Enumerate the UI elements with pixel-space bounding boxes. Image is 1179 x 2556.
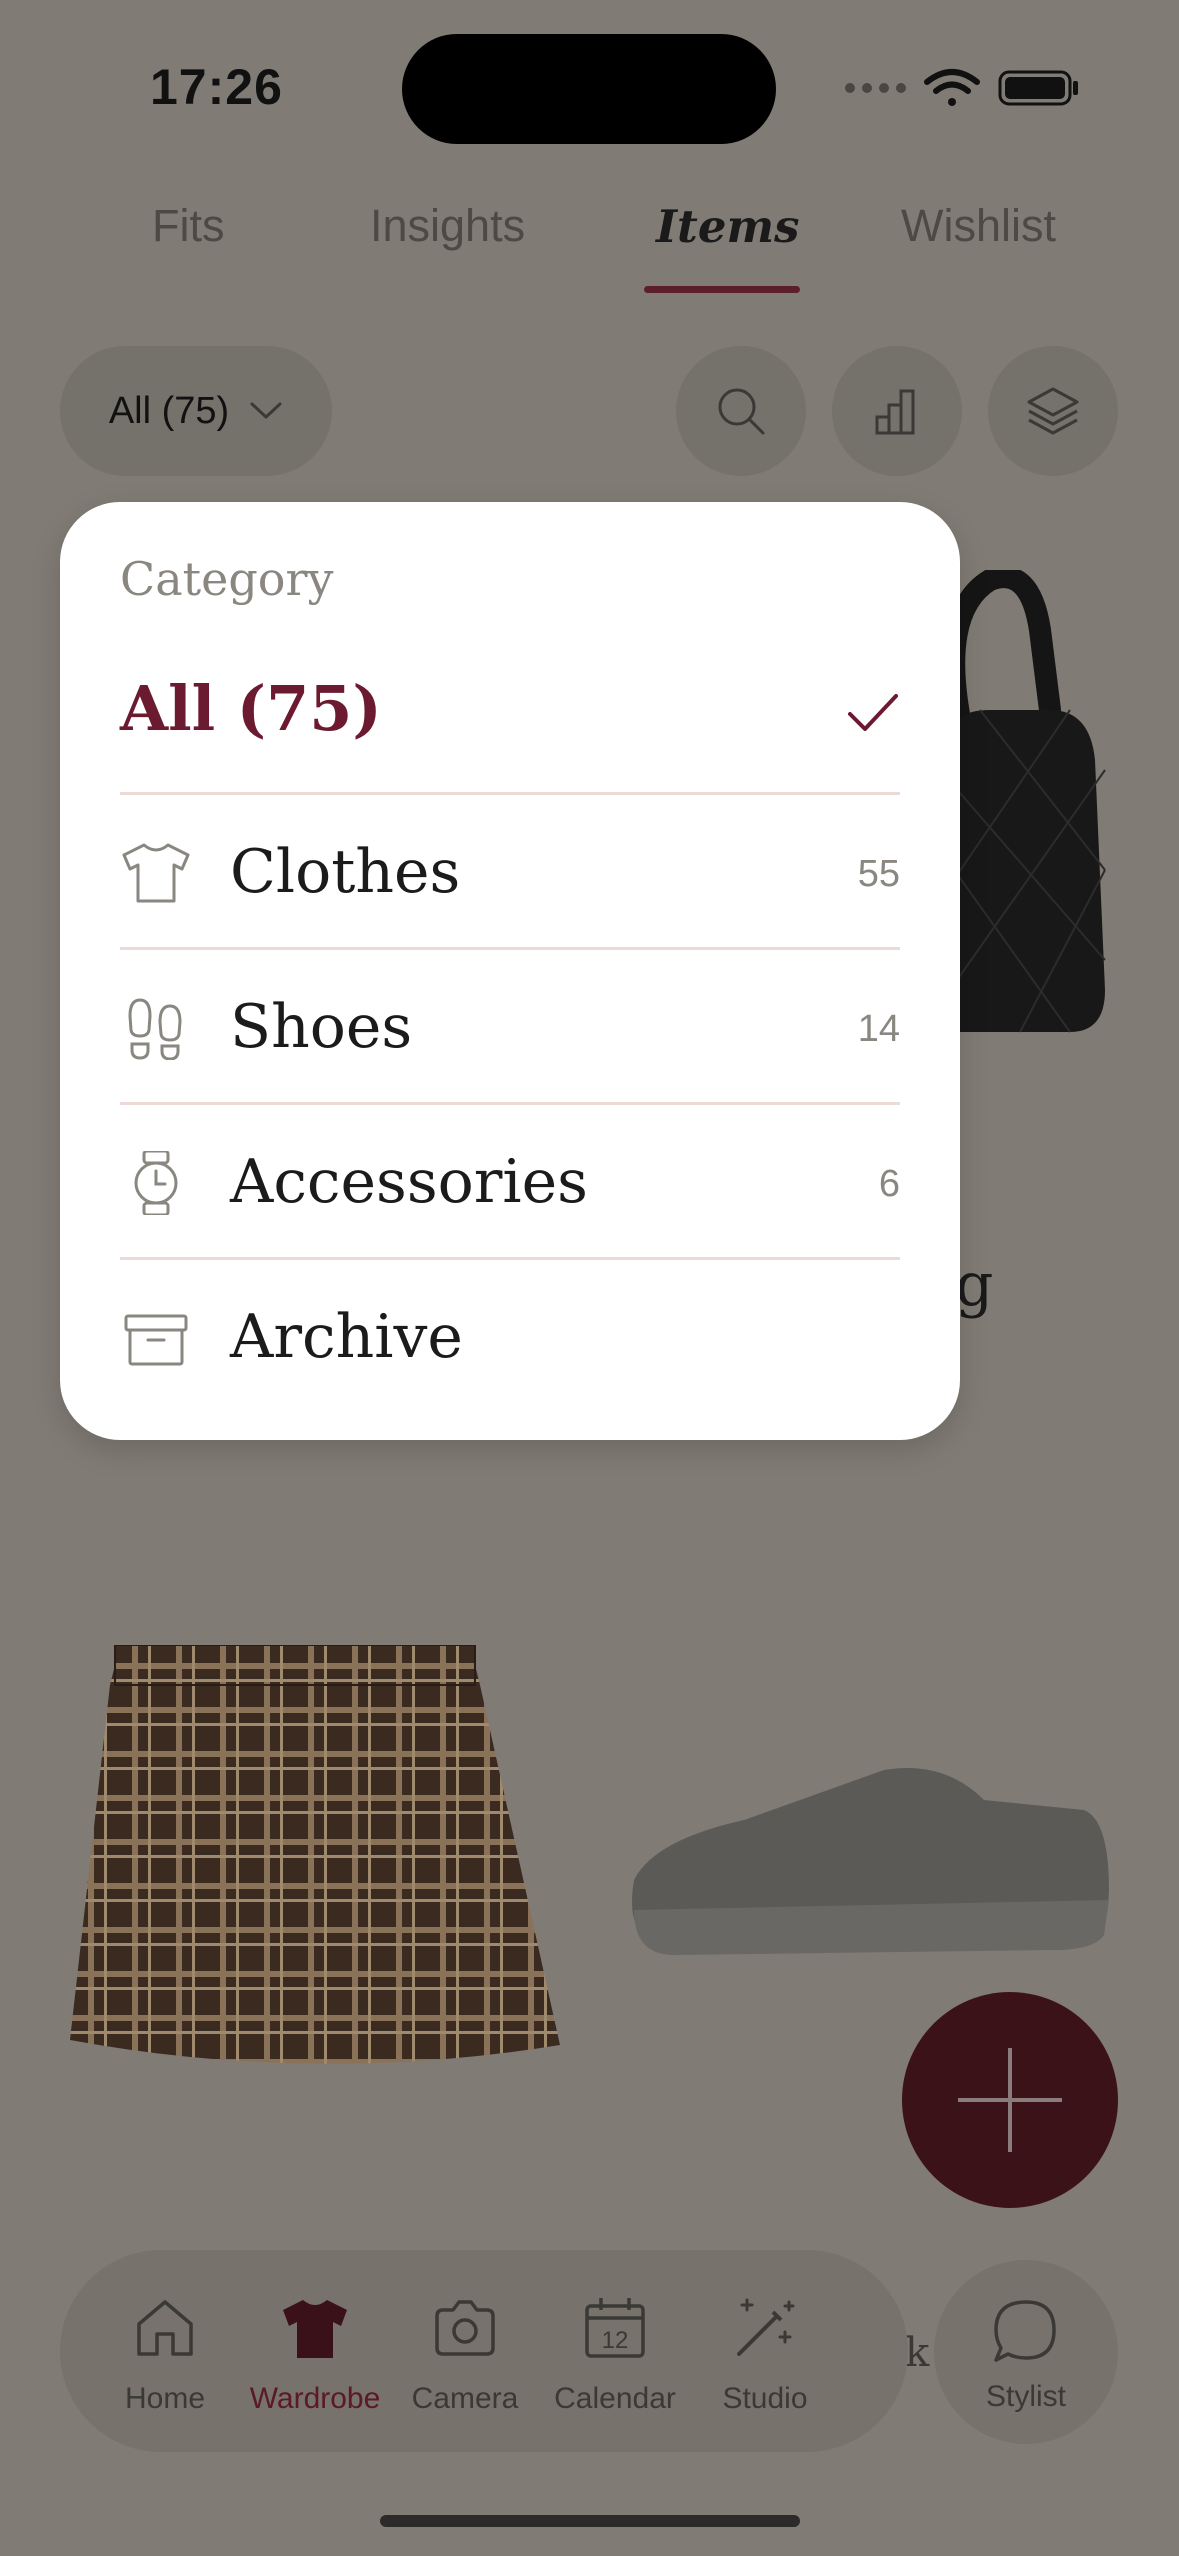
nav-wardrobe[interactable]: Wardrobe (240, 2250, 390, 2452)
tab-items[interactable]: Items (656, 200, 799, 253)
tshirt-icon (283, 2300, 347, 2358)
menu-item-label: Shoes (230, 992, 413, 1062)
tshirt-icon (122, 843, 190, 903)
stylist-label: Stylist (985, 2380, 1066, 2413)
stats-button[interactable] (832, 346, 962, 476)
home-icon (137, 2300, 193, 2356)
item-caption-partial: g (955, 1250, 994, 1320)
active-tab-indicator (644, 286, 800, 293)
item-caption-partial-2: k (905, 2330, 930, 2376)
calendar-icon: 12 (585, 2298, 645, 2358)
menu-item-count: 6 (878, 1163, 900, 1205)
signal-icon (845, 83, 906, 93)
menu-item-shoes[interactable]: Shoes 14 (120, 952, 900, 1102)
nav-label: Calendar (554, 2382, 676, 2415)
nav-label: Home (124, 2382, 206, 2415)
nav-camera[interactable]: Camera (390, 2250, 540, 2452)
checkmark-icon (848, 694, 898, 731)
category-filter-button[interactable]: All (75) (60, 346, 332, 476)
nav-calendar[interactable]: 12 Calendar (540, 2250, 690, 2452)
search-button[interactable] (676, 346, 806, 476)
bar-chart-icon (875, 389, 915, 435)
nav-studio[interactable]: Studio (690, 2250, 840, 2452)
sneaker-image[interactable] (624, 1760, 1109, 1960)
add-item-button[interactable] (902, 1992, 1118, 2208)
plus-icon (958, 2048, 1062, 2152)
layers-button[interactable] (988, 346, 1118, 476)
nav-home[interactable]: Home (90, 2250, 240, 2452)
menu-item-clothes[interactable]: Clothes 55 (120, 797, 900, 947)
dynamic-island (402, 34, 776, 144)
status-indicators (845, 69, 1078, 106)
bottom-nav: Home Wardrobe Camera 12 Calendar Studio (60, 2250, 908, 2452)
plaid-skirt-image[interactable] (70, 1645, 560, 2075)
tab-insights[interactable]: Insights (370, 200, 525, 252)
home-indicator (380, 2515, 800, 2527)
menu-item-label: Clothes (230, 837, 461, 907)
menu-item-count: 14 (857, 1008, 900, 1050)
nav-label: Studio (722, 2382, 808, 2415)
category-filter-label: All (75) (108, 389, 230, 432)
menu-title: Category (120, 552, 334, 606)
menu-item-label: Archive (230, 1302, 463, 1372)
menu-item-archive[interactable]: Archive (120, 1262, 900, 1412)
watch-icon (134, 1151, 178, 1215)
battery-icon (998, 70, 1078, 106)
status-time: 17:26 (150, 59, 283, 115)
nav-label: Wardrobe (249, 2382, 381, 2415)
menu-divider (120, 792, 900, 795)
stylist-button[interactable]: Stylist (934, 2260, 1118, 2444)
calendar-day-number: 12 (602, 2327, 629, 2354)
chat-bubble-icon (994, 2300, 1056, 2362)
menu-item-label: Accessories (230, 1147, 588, 1217)
layers-icon (1027, 387, 1079, 435)
menu-divider (120, 947, 900, 950)
menu-divider (120, 1257, 900, 1260)
archive-box-icon (124, 1314, 188, 1366)
magic-wand-icon (737, 2298, 795, 2356)
camera-icon (435, 2300, 495, 2356)
category-menu: Category All (75) Clothes 55 Shoes 14 Ac… (60, 502, 960, 1440)
tab-fits[interactable]: Fits (152, 200, 225, 252)
tab-wishlist[interactable]: Wishlist (901, 200, 1056, 252)
menu-item-all[interactable]: All (75) (120, 672, 382, 745)
chevron-down-icon (250, 402, 282, 419)
menu-item-accessories[interactable]: Accessories 6 (120, 1107, 900, 1257)
menu-item-count: 55 (857, 853, 900, 895)
nav-label: Camera (411, 2382, 519, 2415)
footprints-icon (128, 998, 182, 1060)
menu-divider (120, 1102, 900, 1105)
search-icon (718, 388, 765, 435)
wifi-icon (924, 69, 980, 106)
